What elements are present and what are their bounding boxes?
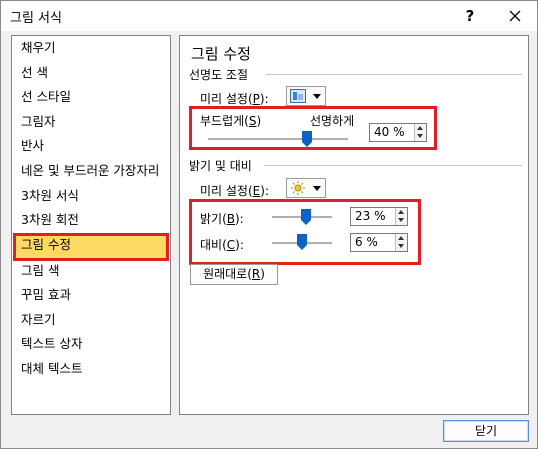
soften-label: 부드럽게(S): [200, 114, 262, 128]
category-alt-text[interactable]: 대체 텍스트: [13, 357, 169, 381]
spin-buttons[interactable]: [395, 208, 407, 225]
category-picture-corrections[interactable]: 그림 수정: [13, 233, 169, 261]
sharpness-slider-track[interactable]: [208, 138, 348, 140]
close-icon[interactable]: [503, 5, 527, 27]
category-line-color[interactable]: 선 색: [13, 61, 169, 85]
group-divider: [266, 74, 522, 75]
spin-down-icon[interactable]: [417, 134, 423, 138]
spin-down-icon[interactable]: [398, 244, 404, 248]
category-artistic-effects[interactable]: 꾸밈 효과: [13, 283, 169, 307]
brightness-slider-thumb[interactable]: [301, 209, 311, 225]
spin-buttons[interactable]: [414, 124, 426, 141]
sharpness-preset-button[interactable]: [286, 86, 326, 106]
category-fill[interactable]: 채우기: [13, 36, 169, 60]
group-divider: [264, 165, 522, 166]
category-shadow[interactable]: 그림자: [13, 110, 169, 134]
help-button[interactable]: ?: [459, 5, 481, 27]
brightness-spinner[interactable]: 23 %: [350, 207, 408, 226]
category-line-style[interactable]: 선 스타일: [13, 85, 169, 109]
sharpness-preset-label: 미리 설정(P):: [200, 92, 269, 106]
sharpen-label: 선명하게: [310, 114, 355, 128]
chevron-down-icon: [313, 186, 321, 191]
brightness-sun-icon: [290, 181, 306, 198]
brightness-value: 23 %: [355, 209, 386, 223]
sharpness-group-label: 선명도 조절: [189, 68, 249, 82]
category-3d-format[interactable]: 3차원 서식: [13, 184, 169, 208]
settings-panel: 그림 수정 선명도 조절 미리 설정(P): 부드럽게(S) 선명하게 40 %…: [179, 35, 529, 415]
close-button[interactable]: 닫기: [443, 420, 529, 442]
category-text-box[interactable]: 텍스트 상자: [13, 332, 169, 356]
sharpness-value: 40 %: [374, 125, 405, 139]
contrast-spinner[interactable]: 6 %: [350, 233, 408, 252]
category-glow-soft-edges[interactable]: 네온 및 부드러운 가장자리: [13, 159, 169, 183]
category-reflection[interactable]: 반사: [13, 134, 169, 158]
category-crop[interactable]: 자르기: [13, 308, 169, 332]
category-picture-color[interactable]: 그림 색: [13, 259, 169, 283]
category-list: 채우기 선 색 선 스타일 그림자 반사 네온 및 부드러운 가장자리 3차원 …: [11, 35, 171, 415]
title-bar: 그림 서식 ?: [1, 1, 537, 31]
format-picture-dialog: 그림 서식 ? 채우기 선 색 선 스타일 그림자 반사 네온 및 부드러운 가…: [0, 0, 538, 449]
contrast-slider-thumb[interactable]: [297, 234, 307, 250]
brightness-preset-button[interactable]: [286, 178, 326, 198]
brightness-preset-label: 미리 설정(E):: [200, 184, 269, 198]
contrast-label: 대비(C):: [200, 238, 244, 252]
brightness-label: 밝기(B):: [200, 212, 244, 226]
spin-down-icon[interactable]: [398, 218, 404, 222]
dialog-title: 그림 서식: [10, 11, 62, 26]
spin-up-icon[interactable]: [417, 126, 423, 130]
sharpen-preset-icon: [290, 89, 306, 106]
spin-up-icon[interactable]: [398, 236, 404, 240]
sharpness-slider-thumb[interactable]: [302, 131, 312, 147]
reset-button[interactable]: 원래대로(R): [190, 264, 278, 285]
sharpness-spinner[interactable]: 40 %: [369, 123, 427, 142]
brightness-contrast-group-label: 밝기 및 대비: [189, 159, 252, 173]
panel-title: 그림 수정: [191, 45, 251, 63]
spin-up-icon[interactable]: [398, 210, 404, 214]
chevron-down-icon: [313, 94, 321, 99]
contrast-value: 6 %: [355, 235, 378, 249]
spin-buttons[interactable]: [395, 234, 407, 251]
category-3d-rotation[interactable]: 3차원 회전: [13, 208, 169, 232]
